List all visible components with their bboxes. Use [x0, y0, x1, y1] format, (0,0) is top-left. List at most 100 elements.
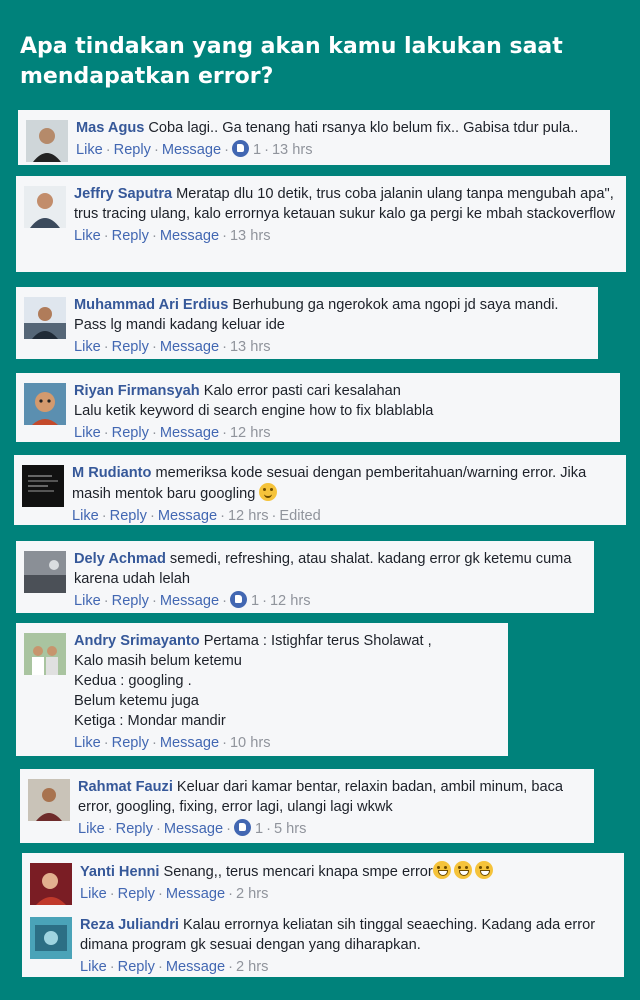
timestamp[interactable]: 12 hrs	[270, 593, 311, 609]
author-name[interactable]: Reza Juliandri	[80, 917, 179, 933]
message-link[interactable]: Message	[166, 959, 225, 975]
comment-text-line: Kedua : googling .	[74, 673, 192, 689]
like-icon[interactable]	[231, 140, 249, 157]
message-link[interactable]: Message	[164, 821, 223, 837]
avatar[interactable]	[24, 297, 66, 339]
author-name[interactable]: Mas Agus	[76, 120, 144, 136]
avatar[interactable]	[30, 917, 72, 959]
timestamp[interactable]: 2 hrs	[236, 886, 268, 902]
edited-label[interactable]: Edited	[279, 508, 320, 524]
comment-card: Muhammad Ari Erdius Berhubung ga ngerokok…	[16, 287, 598, 359]
like-link[interactable]: Like	[80, 886, 107, 902]
timestamp[interactable]: 12 hrs	[228, 508, 269, 524]
timestamp[interactable]: 13 hrs	[272, 142, 313, 158]
reply-link[interactable]: Reply	[112, 339, 149, 355]
reply-link[interactable]: Reply	[112, 228, 149, 244]
like-count[interactable]: 1	[255, 821, 263, 837]
message-link[interactable]: Message	[162, 142, 221, 158]
laughing-emoji-icon	[474, 861, 493, 879]
comment-card: Yanti Henni Senang,, terus mencari knapa …	[22, 853, 624, 977]
message-link[interactable]: Message	[160, 593, 219, 609]
message-link[interactable]: Message	[160, 425, 219, 441]
reply-link[interactable]: Reply	[116, 821, 153, 837]
reply-link[interactable]: Reply	[112, 593, 149, 609]
like-link[interactable]: Like	[72, 508, 99, 524]
message-link[interactable]: Message	[166, 886, 225, 902]
comment-actions: Like · Reply · Message · 1 · 13 hrs	[76, 140, 313, 158]
avatar[interactable]	[24, 633, 66, 675]
comment-actions: Like · Reply · Message · 2 hrs	[80, 959, 269, 975]
reply-link[interactable]: Reply	[110, 508, 147, 524]
avatar[interactable]	[24, 383, 66, 425]
comment-actions: Like · Reply · Message · 12 hrs	[74, 425, 271, 441]
message-link[interactable]: Message	[160, 228, 219, 244]
timestamp[interactable]: 13 hrs	[230, 228, 271, 244]
comment: Yanti Henni Senang,, terus mencari knapa …	[30, 861, 614, 905]
comment-actions: Like · Reply · Message · 1 · 12 hrs	[74, 591, 311, 609]
comment-card: Dely Achmad semedi, refreshing, atau shal…	[16, 541, 594, 613]
like-link[interactable]: Like	[78, 821, 105, 837]
avatar[interactable]	[24, 186, 66, 228]
like-count[interactable]: 1	[251, 593, 259, 609]
author-name[interactable]: Rahmat Fauzi	[78, 779, 173, 795]
comment-card: Mas Agus Coba lagi.. Ga tenang hati rsany…	[18, 110, 610, 165]
author-name[interactable]: Andry Srimayanto	[74, 633, 200, 649]
comment-card: M Rudianto memeriksa kode sesuai dengan p…	[14, 455, 626, 525]
author-name[interactable]: M Rudianto	[72, 465, 151, 481]
author-name[interactable]: Yanti Henni	[80, 864, 159, 880]
comment-text-line: Ketiga : Mondar mandir	[74, 713, 226, 729]
laughing-emoji-icon	[432, 861, 451, 879]
timestamp[interactable]: 2 hrs	[236, 959, 268, 975]
author-name[interactable]: Muhammad Ari Erdius	[74, 297, 228, 313]
message-link[interactable]: Message	[160, 735, 219, 751]
comment-text: Coba lagi.. Ga tenang hati rsanya klo be…	[148, 120, 579, 136]
like-link[interactable]: Like	[74, 593, 101, 609]
comment-text-line: Belum ketemu juga	[74, 693, 199, 709]
comment-card: Riyan Firmansyah Kalo error pasti cari ke…	[16, 373, 620, 442]
avatar[interactable]	[26, 120, 68, 162]
like-link[interactable]: Like	[74, 425, 101, 441]
like-icon[interactable]	[233, 819, 251, 836]
comment-actions: Like · Reply · Message · 2 hrs	[80, 886, 269, 902]
like-count[interactable]: 1	[253, 142, 261, 158]
comment-card: Rahmat Fauzi Keluar dari kamar bentar, re…	[20, 769, 594, 843]
comment-actions: Like · Reply · Message · 13 hrs	[74, 228, 271, 244]
author-name[interactable]: Jeffry Saputra	[74, 186, 172, 202]
like-link[interactable]: Like	[80, 959, 107, 975]
reply-link[interactable]: Reply	[112, 425, 149, 441]
message-link[interactable]: Message	[160, 339, 219, 355]
reply-link[interactable]: Reply	[118, 959, 155, 975]
message-link[interactable]: Message	[158, 508, 217, 524]
comment-card: Andry Srimayanto Pertama : Istighfar teru…	[16, 623, 508, 756]
page-title: Apa tindakan yang akan kamu lakukan saat…	[20, 34, 563, 89]
comment-text: Senang,, terus mencari knapa smpe error	[163, 864, 433, 880]
comment-text-line: Kalo masih belum ketemu	[74, 653, 242, 669]
timestamp[interactable]: 13 hrs	[230, 339, 271, 355]
smile-emoji-icon	[259, 483, 278, 501]
like-link[interactable]: Like	[74, 228, 101, 244]
laughing-emoji-icon	[453, 861, 472, 879]
like-link[interactable]: Like	[74, 735, 101, 751]
reply-link[interactable]: Reply	[114, 142, 151, 158]
reply-link[interactable]: Reply	[118, 886, 155, 902]
reply-link[interactable]: Reply	[112, 735, 149, 751]
comment-actions: Like · Reply · Message · 12 hrs · Edited	[72, 508, 321, 524]
timestamp[interactable]: 12 hrs	[230, 425, 271, 441]
author-name[interactable]: Riyan Firmansyah	[74, 383, 200, 399]
like-link[interactable]: Like	[74, 339, 101, 355]
comment: Reza Juliandri Kalau errornya keliatan si…	[30, 915, 614, 977]
comment-text: Kalo error pasti cari kesalahan	[203, 383, 401, 399]
avatar[interactable]	[30, 863, 72, 905]
comment-text-line: Lalu ketik keyword di search engine how …	[74, 403, 434, 419]
avatar[interactable]	[22, 465, 64, 507]
comment-text: Pertama : Istighfar terus Sholawat ,	[203, 633, 432, 649]
like-link[interactable]: Like	[76, 142, 103, 158]
comment-actions: Like · Reply · Message · 10 hrs	[74, 735, 271, 751]
like-icon[interactable]	[229, 591, 247, 608]
timestamp[interactable]: 10 hrs	[230, 735, 271, 751]
timestamp[interactable]: 5 hrs	[274, 821, 306, 837]
author-name[interactable]: Dely Achmad	[74, 551, 166, 567]
comment-actions: Like · Reply · Message · 13 hrs	[74, 339, 271, 355]
avatar[interactable]	[28, 779, 70, 821]
avatar[interactable]	[24, 551, 66, 593]
